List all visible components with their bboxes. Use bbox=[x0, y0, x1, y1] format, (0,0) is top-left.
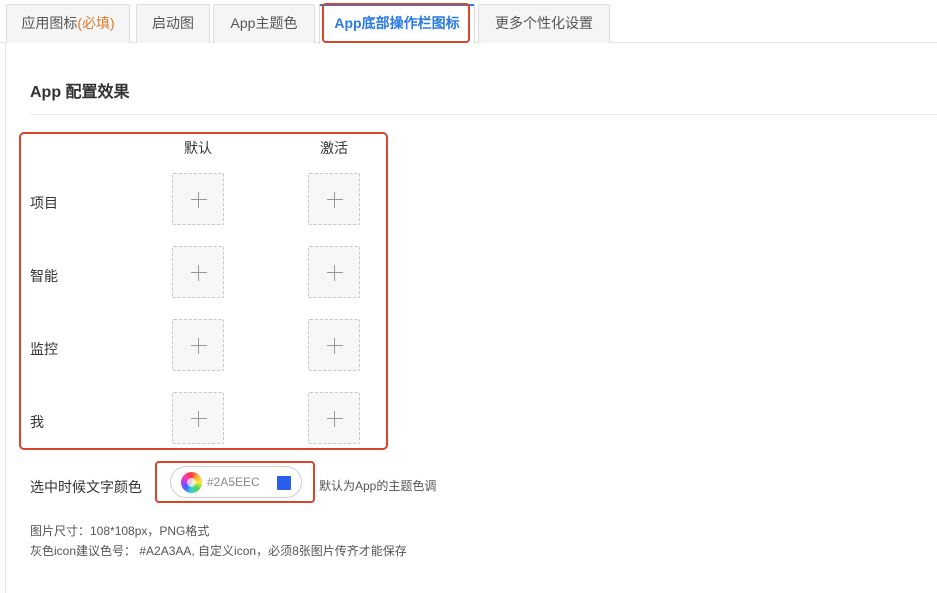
upload-me-active[interactable] bbox=[308, 392, 360, 444]
color-hex-input[interactable] bbox=[207, 473, 269, 491]
row-label-monitor: 监控 bbox=[30, 341, 58, 357]
upload-project-active[interactable] bbox=[308, 173, 360, 225]
column-header-default: 默认 bbox=[184, 140, 212, 156]
note-image-size: 图片尺寸：108*108px，PNG格式 bbox=[30, 524, 210, 538]
tab-splash-label: 启动图 bbox=[152, 15, 194, 31]
upload-me-default[interactable] bbox=[172, 392, 224, 444]
tab-theme-color[interactable]: App主题色 bbox=[213, 4, 315, 43]
upload-project-default[interactable] bbox=[172, 173, 224, 225]
row-label-me: 我 bbox=[30, 414, 44, 430]
upload-monitor-active[interactable] bbox=[308, 319, 360, 371]
tab-theme-color-label: App主题色 bbox=[230, 15, 298, 31]
tab-more-settings-label: 更多个性化设置 bbox=[495, 15, 593, 31]
upload-monitor-default[interactable] bbox=[172, 319, 224, 371]
note-icon-color: 灰色icon建议色号： #A2A3AA, 自定义icon，必须8张图片传齐才能保… bbox=[30, 544, 407, 558]
row-label-project: 项目 bbox=[30, 195, 58, 211]
color-hint: 默认为App的主题色调 bbox=[319, 479, 437, 493]
tab-app-icon[interactable]: 应用图标(必填) bbox=[6, 4, 130, 43]
upload-smart-default[interactable] bbox=[172, 246, 224, 298]
section-title: App 配置效果 bbox=[30, 84, 130, 101]
column-header-active: 激活 bbox=[320, 140, 348, 156]
tab-highlight-box bbox=[322, 3, 470, 43]
required-mark: (必填) bbox=[77, 15, 115, 31]
tab-splash[interactable]: 启动图 bbox=[136, 4, 210, 43]
color-picker[interactable] bbox=[170, 466, 302, 498]
color-wheel-icon[interactable] bbox=[181, 472, 202, 493]
row-label-smart: 智能 bbox=[30, 268, 58, 284]
selected-text-color-label: 选中时候文字颜色 bbox=[30, 479, 142, 495]
tab-app-icon-label: 应用图标 bbox=[21, 15, 78, 31]
upload-smart-active[interactable] bbox=[308, 246, 360, 298]
tab-more-settings[interactable]: 更多个性化设置 bbox=[478, 4, 610, 43]
color-swatch[interactable] bbox=[277, 476, 291, 490]
divider bbox=[30, 114, 937, 115]
